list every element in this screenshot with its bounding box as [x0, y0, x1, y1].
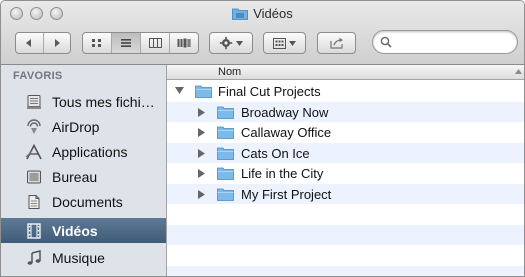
- sidebar-item-airdrop[interactable]: AirDrop: [1, 114, 166, 139]
- empty-row: [167, 245, 524, 266]
- sidebar-item-label: Documents: [52, 193, 123, 210]
- chevron-down-icon: [289, 40, 296, 46]
- column-header-label: Nom: [218, 66, 242, 78]
- sidebar-item-label: Vidéos: [52, 222, 98, 239]
- arrange-menu-button[interactable]: [263, 32, 306, 54]
- list-row[interactable]: Cats On Ice: [167, 142, 524, 163]
- desktop-icon: [25, 168, 43, 186]
- folder-icon: [217, 126, 234, 139]
- airdrop-icon: [25, 118, 43, 136]
- file-name: Final Cut Projects: [218, 84, 321, 99]
- action-menu-button[interactable]: [209, 32, 253, 54]
- applications-icon: [25, 143, 43, 161]
- folder-icon: [232, 7, 249, 23]
- coverflow-view-button[interactable]: [170, 33, 198, 53]
- sidebar-item-label: Musique: [52, 249, 105, 266]
- file-name: Life in the City: [241, 166, 324, 181]
- sidebar-item-label: Tous mes fichi…: [52, 93, 155, 110]
- file-name: Broadway Now: [241, 104, 329, 120]
- list-row[interactable]: Callaway Office: [167, 122, 524, 143]
- search-input[interactable]: [395, 33, 513, 51]
- folder-icon: [217, 188, 234, 201]
- back-arrow-icon: [26, 39, 32, 47]
- folder-icon: [217, 167, 234, 180]
- music-icon: [25, 249, 43, 267]
- search-field[interactable]: [372, 30, 518, 54]
- sidebar-item-music[interactable]: Musique: [1, 245, 166, 270]
- disclosure-collapsed-icon[interactable]: [198, 107, 205, 117]
- sidebar-item-videos[interactable]: Vidéos: [1, 218, 166, 243]
- icon-view-button[interactable]: [83, 33, 112, 53]
- disclosure-collapsed-icon[interactable]: [198, 128, 205, 137]
- disclosure-collapsed-icon[interactable]: [198, 169, 205, 178]
- folder-icon: [195, 85, 212, 98]
- empty-row: [167, 204, 524, 225]
- column-view-button[interactable]: [141, 33, 170, 53]
- list-view-icon: [121, 39, 131, 47]
- coverflow-view-icon: [177, 38, 191, 48]
- disclosure-collapsed-icon[interactable]: [198, 148, 205, 158]
- arrange-button-inner[interactable]: [264, 33, 305, 53]
- empty-row: [167, 224, 524, 245]
- icon-view-icon: [92, 39, 101, 47]
- arrange-icon: [273, 37, 286, 49]
- movies-icon: [25, 222, 43, 240]
- sidebar-heading: FAVORIS: [13, 70, 63, 82]
- column-header-name[interactable]: Nom: [167, 65, 524, 80]
- list-row[interactable]: Broadway Now: [167, 101, 524, 122]
- folder-icon: [217, 106, 234, 119]
- view-mode-buttons: [82, 32, 199, 54]
- file-list: Nom Final Cut Projects Broadway Now Call…: [167, 65, 524, 276]
- action-button-inner[interactable]: [210, 33, 252, 53]
- sidebar-item-label: Applications: [52, 143, 128, 160]
- all-files-icon: [25, 93, 43, 111]
- window-title: Vidéos: [1, 6, 524, 23]
- documents-icon: [25, 193, 43, 211]
- sidebar: FAVORIS Tous mes fichi… AirDrop Applicat…: [1, 65, 167, 276]
- list-row[interactable]: Life in the City: [167, 163, 524, 184]
- sidebar-item-label: Bureau: [52, 168, 98, 185]
- list-row[interactable]: My First Project: [167, 183, 524, 204]
- forward-arrow-icon: [54, 39, 60, 47]
- sort-ascending-icon: [515, 69, 522, 74]
- nav-buttons: [15, 32, 71, 54]
- back-button[interactable]: [16, 33, 44, 53]
- empty-row: [167, 265, 524, 276]
- disclosure-expanded-icon[interactable]: [175, 87, 184, 95]
- sidebar-item-applications[interactable]: Applications: [1, 139, 166, 164]
- sidebar-item-documents[interactable]: Documents: [1, 189, 166, 214]
- list-view-button[interactable]: [112, 33, 141, 53]
- file-name: Callaway Office: [241, 125, 332, 140]
- finder-window: Vidéos FAVORIS Tous mes fichi… AirDrop A…: [0, 0, 525, 277]
- column-view-icon: [148, 38, 162, 48]
- file-name: My First Project: [241, 186, 332, 202]
- list-row[interactable]: Final Cut Projects: [167, 81, 524, 102]
- share-icon: [329, 37, 343, 49]
- search-icon: [380, 36, 392, 48]
- disclosure-collapsed-icon[interactable]: [198, 189, 205, 199]
- sidebar-item-label: AirDrop: [52, 118, 100, 135]
- file-name: Cats On Ice: [241, 145, 310, 161]
- gear-icon: [219, 36, 233, 50]
- sidebar-item-desktop[interactable]: Bureau: [1, 164, 166, 189]
- share-button-inner[interactable]: [318, 33, 355, 53]
- titlebar: Vidéos: [1, 1, 524, 65]
- chevron-down-icon: [236, 40, 243, 46]
- forward-button[interactable]: [44, 33, 71, 53]
- folder-icon: [217, 147, 234, 160]
- share-button[interactable]: [317, 32, 356, 54]
- sidebar-item-all-files[interactable]: Tous mes fichi…: [1, 89, 166, 114]
- window-title-label: Vidéos: [253, 6, 293, 21]
